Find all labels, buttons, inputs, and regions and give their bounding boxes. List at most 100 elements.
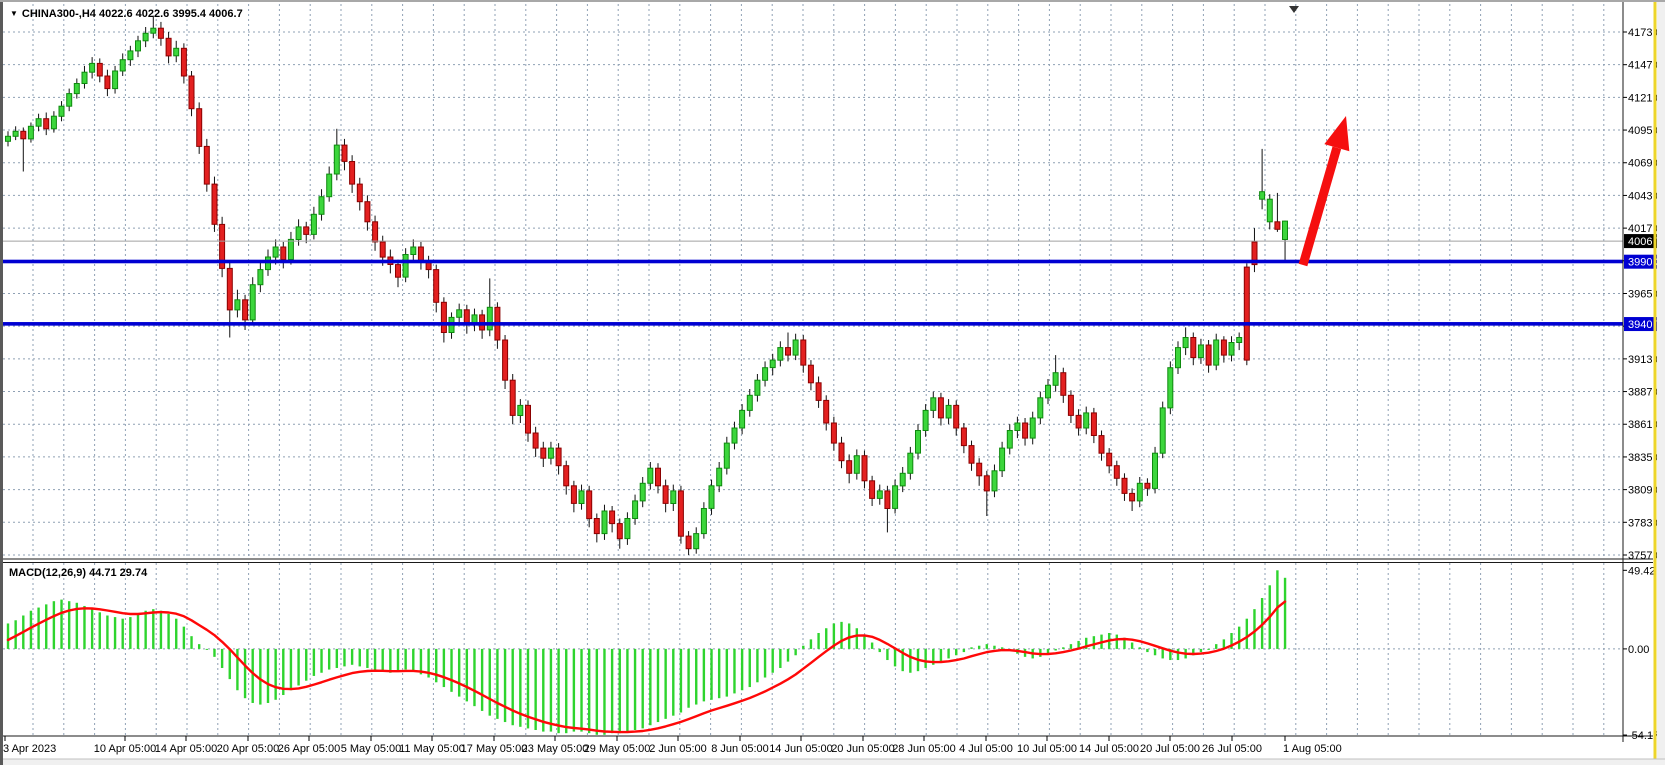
price-axis-label: 3965.0 (1628, 288, 1662, 300)
candle-body (1046, 385, 1051, 398)
candle-body (243, 300, 248, 320)
candle-body (977, 463, 982, 476)
candle-body (1076, 415, 1081, 428)
macd-histogram-bar (91, 609, 93, 649)
chevron-down-icon[interactable]: ▼ (10, 9, 18, 18)
macd-histogram-bar (481, 649, 483, 711)
candle-body (564, 466, 569, 486)
price-axis-label: 4017.0 (1628, 223, 1662, 235)
candle-body (908, 453, 913, 473)
candle-body (755, 380, 760, 395)
candle-body (1084, 413, 1089, 428)
macd-histogram-bar (328, 649, 330, 670)
macd-histogram-bar (909, 649, 911, 673)
price-axis-label: 3913.0 (1628, 354, 1662, 366)
macd-histogram-bar (343, 649, 345, 666)
macd-axis-label: 49.42 (1628, 565, 1656, 577)
candle-body (1260, 192, 1265, 200)
macd-histogram-bar (970, 647, 972, 649)
macd-histogram-bar (764, 649, 766, 678)
macd-histogram-bar (810, 639, 812, 649)
candle-body (740, 410, 745, 428)
ohlc-values: 4022.6 4022.6 3995.4 4006.7 (99, 8, 243, 20)
candle-body (1244, 267, 1249, 360)
macd-histogram-bar (183, 627, 185, 649)
candle-body (1068, 395, 1073, 415)
macd-histogram-bar (772, 649, 774, 673)
price-axis-label: 3861.0 (1628, 419, 1662, 431)
macd-histogram-bar (160, 611, 162, 649)
candle-body (862, 456, 867, 481)
macd-histogram-bar (382, 649, 384, 671)
price-axis-label: 4043.0 (1628, 190, 1662, 202)
candle-body (97, 63, 102, 76)
horizontal-line-object[interactable] (3, 260, 1623, 264)
time-axis-label: 14 Jun 05:00 (769, 743, 833, 755)
candle (1168, 361, 1173, 414)
macd-histogram-bar (787, 649, 789, 662)
macd-histogram-bar (496, 649, 498, 719)
candle-body (36, 119, 41, 127)
candle-body (510, 380, 515, 415)
macd-histogram-bar (1001, 647, 1003, 649)
macd-histogram-bar (687, 649, 689, 708)
candle-body (1214, 340, 1219, 365)
macd-histogram-bar (603, 649, 605, 735)
candle-body (373, 222, 378, 242)
time-axis-label: 10 Apr 05:00 (94, 743, 156, 755)
price-chart-canvas[interactable]: 3757.03783.03809.03835.03861.03887.03913… (0, 2, 1665, 765)
macd-histogram-bar (726, 649, 728, 697)
candle-body (1015, 423, 1020, 431)
macd-histogram-bar (489, 649, 491, 716)
price-axis-label: 4095.0 (1628, 125, 1662, 137)
candle-body (854, 456, 859, 474)
candle-body (893, 486, 898, 509)
macd-histogram-bar (83, 606, 85, 649)
candle-body (1053, 373, 1058, 386)
candle-body (212, 184, 217, 224)
time-axis-label: 20 Jul 05:00 (1140, 743, 1200, 755)
macd-histogram-bar (175, 619, 177, 649)
candle-body (709, 486, 714, 509)
candle-body (487, 307, 492, 330)
current-price-label: 4006.7 (1628, 236, 1662, 248)
macd-indicator-label: MACD(12,26,9) 44.71 29.74 (9, 567, 147, 579)
candle-body (1061, 373, 1066, 396)
price-axis-label: 3783.0 (1628, 517, 1662, 529)
candle-body (541, 448, 546, 458)
macd-histogram-bar (152, 609, 154, 649)
time-axis-label: 1 Aug 05:00 (1283, 743, 1342, 755)
candle-body (1007, 431, 1012, 449)
candle-body (227, 268, 232, 310)
price-axis-label: 4147.0 (1628, 60, 1662, 72)
macd-histogram-bar (924, 649, 926, 668)
candle-body (136, 41, 141, 51)
candle-body (1168, 368, 1173, 408)
candle (220, 217, 225, 277)
chart-window[interactable]: 3757.03783.03809.03835.03861.03887.03913… (0, 0, 1665, 765)
candle-body (1030, 418, 1035, 438)
macd-histogram-bar (718, 649, 720, 698)
macd-histogram-bar (290, 649, 292, 690)
candle-body (916, 431, 921, 454)
candle-body (648, 468, 653, 483)
horizontal-line-object[interactable] (3, 322, 1623, 326)
candle-body (342, 145, 347, 161)
macd-histogram-bar (351, 649, 353, 665)
candle-body (824, 400, 829, 423)
macd-histogram-bar (940, 649, 942, 662)
time-axis-label: 3 Apr 2023 (3, 743, 56, 755)
macd-histogram-bar (557, 649, 559, 733)
macd-histogram-bar (856, 628, 858, 649)
candle-body (403, 255, 408, 278)
candle-body (610, 511, 615, 524)
macd-histogram-bar (580, 649, 582, 732)
macd-histogram-bar (978, 646, 980, 649)
macd-histogram-bar (37, 608, 39, 649)
macd-histogram-bar (1161, 649, 1163, 659)
candle-body (732, 428, 737, 443)
candle-body (90, 63, 95, 72)
candle-body (556, 448, 561, 466)
macd-histogram-bar (305, 649, 307, 681)
macd-histogram-bar (825, 628, 827, 649)
